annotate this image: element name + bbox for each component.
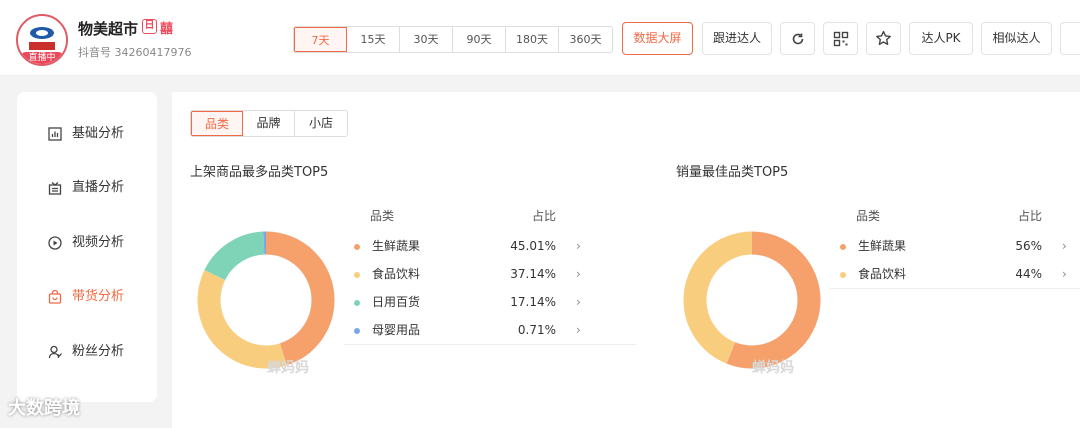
category-tabs: 品类 品牌 小店 bbox=[190, 110, 348, 137]
avatar[interactable]: 直播中 bbox=[16, 14, 68, 66]
account-id: 抖音号 34260417976 bbox=[78, 46, 192, 59]
column-header-category: 品类 bbox=[856, 209, 881, 223]
legend-row[interactable]: 食品饮料 37.14% › bbox=[354, 261, 586, 287]
sidebar-item-live[interactable]: 直播分析 bbox=[17, 173, 157, 203]
range-180d[interactable]: 180天 bbox=[506, 27, 559, 52]
similar-button[interactable]: 相似达人 bbox=[981, 22, 1052, 55]
play-icon bbox=[48, 236, 62, 250]
legend-row[interactable]: 日用百货 17.14% › bbox=[354, 289, 586, 315]
follow-button[interactable]: 跟进达人 bbox=[702, 22, 772, 55]
legend-share: 44% bbox=[1015, 267, 1042, 281]
legend-share: 56% bbox=[1015, 239, 1042, 253]
panel-title: 销量最佳品类TOP5 bbox=[676, 165, 789, 180]
refresh-icon bbox=[792, 33, 803, 45]
sidebar-item-fans[interactable]: 粉丝分析 bbox=[17, 337, 157, 367]
sidebar-item-label: 基础分析 bbox=[72, 126, 125, 141]
sidebar-item-basic[interactable]: 基础分析 bbox=[17, 119, 157, 149]
live-icon bbox=[48, 182, 62, 195]
chevron-right-icon[interactable]: › bbox=[576, 289, 581, 315]
column-header-category: 品类 bbox=[370, 209, 395, 223]
shop-tag-icon: 日 bbox=[142, 19, 157, 34]
range-30d[interactable]: 30天 bbox=[400, 27, 453, 52]
pk-button[interactable]: 达人PK bbox=[909, 22, 973, 55]
legend-row[interactable]: 食品饮料 44% › bbox=[840, 261, 1072, 287]
legend-row[interactable]: 母婴用品 0.71% › bbox=[354, 317, 586, 343]
bar-chart-icon bbox=[48, 127, 62, 141]
range-15d[interactable]: 15天 bbox=[347, 27, 400, 52]
tab-shop[interactable]: 小店 bbox=[295, 111, 347, 136]
tab-brand[interactable]: 品牌 bbox=[243, 111, 295, 136]
chevron-right-icon[interactable]: › bbox=[1062, 233, 1067, 259]
watermark: 蝉妈妈 bbox=[267, 360, 309, 376]
main-content: 品类 品牌 小店 上架商品最多品类TOP5 蝉妈妈 品类 占比 生鲜蔬果 45.0… bbox=[172, 92, 1080, 428]
watermark: 蝉妈妈 bbox=[752, 360, 794, 376]
sidebar-item-label: 粉丝分析 bbox=[72, 344, 125, 359]
shop-name: 物美超市 bbox=[78, 20, 139, 38]
tab-category[interactable]: 品类 bbox=[191, 111, 243, 136]
sidebar-item-sales[interactable]: 带货分析 bbox=[17, 282, 157, 312]
legend-share: 45.01% bbox=[510, 239, 556, 253]
sidebar-item-video[interactable]: 视频分析 bbox=[17, 228, 157, 258]
sidebar-item-label: 直播分析 bbox=[72, 180, 125, 195]
chevron-right-icon[interactable]: › bbox=[576, 261, 581, 287]
donut-chart-best-selling bbox=[683, 231, 821, 369]
chevron-right-icon[interactable]: › bbox=[576, 317, 581, 343]
user-icon bbox=[48, 345, 62, 359]
sidebar-item-label: 视频分析 bbox=[72, 235, 125, 250]
sidebar: 基础分析 直播分析 视频分析 带货分析 粉丝分析 bbox=[17, 92, 157, 402]
column-header-share: 占比 bbox=[1018, 209, 1043, 223]
qrcode-button[interactable] bbox=[823, 22, 858, 55]
legend-share: 37.14% bbox=[510, 267, 556, 281]
legend-share: 0.71% bbox=[517, 323, 556, 337]
top-bar: 直播中 物美超市 日 囍 抖音号 34260417976 7天 15天 30天 … bbox=[0, 0, 1080, 76]
more-button[interactable] bbox=[1060, 22, 1080, 55]
range-360d[interactable]: 360天 bbox=[559, 27, 612, 52]
footer-watermark: 大数跨境 bbox=[8, 398, 80, 419]
legend-row[interactable]: 生鲜蔬果 45.01% › bbox=[354, 233, 586, 259]
range-7d[interactable]: 7天 bbox=[294, 27, 347, 52]
column-header-share: 占比 bbox=[532, 209, 557, 223]
date-range-selector: 7天 15天 30天 90天 180天 360天 bbox=[293, 26, 613, 53]
qrcode-icon bbox=[833, 31, 848, 47]
sidebar-item-label: 带货分析 bbox=[72, 289, 125, 304]
panel-title: 上架商品最多品类TOP5 bbox=[190, 165, 329, 180]
star-icon bbox=[876, 30, 891, 46]
chevron-right-icon[interactable]: › bbox=[576, 233, 581, 259]
shop-tag-text: 囍 bbox=[160, 22, 174, 37]
divider bbox=[830, 288, 1080, 289]
big-screen-button[interactable]: 数据大屏 bbox=[622, 22, 693, 55]
bag-icon bbox=[48, 290, 62, 304]
favorite-button[interactable] bbox=[866, 22, 901, 55]
donut-chart-top-listed bbox=[197, 231, 335, 369]
live-badge: 直播中 bbox=[20, 52, 64, 64]
legend-row[interactable]: 生鲜蔬果 56% › bbox=[840, 233, 1072, 259]
refresh-button[interactable] bbox=[780, 22, 815, 55]
legend-share: 17.14% bbox=[510, 295, 556, 309]
divider bbox=[344, 344, 636, 345]
chevron-right-icon[interactable]: › bbox=[1062, 261, 1067, 287]
range-90d[interactable]: 90天 bbox=[453, 27, 506, 52]
